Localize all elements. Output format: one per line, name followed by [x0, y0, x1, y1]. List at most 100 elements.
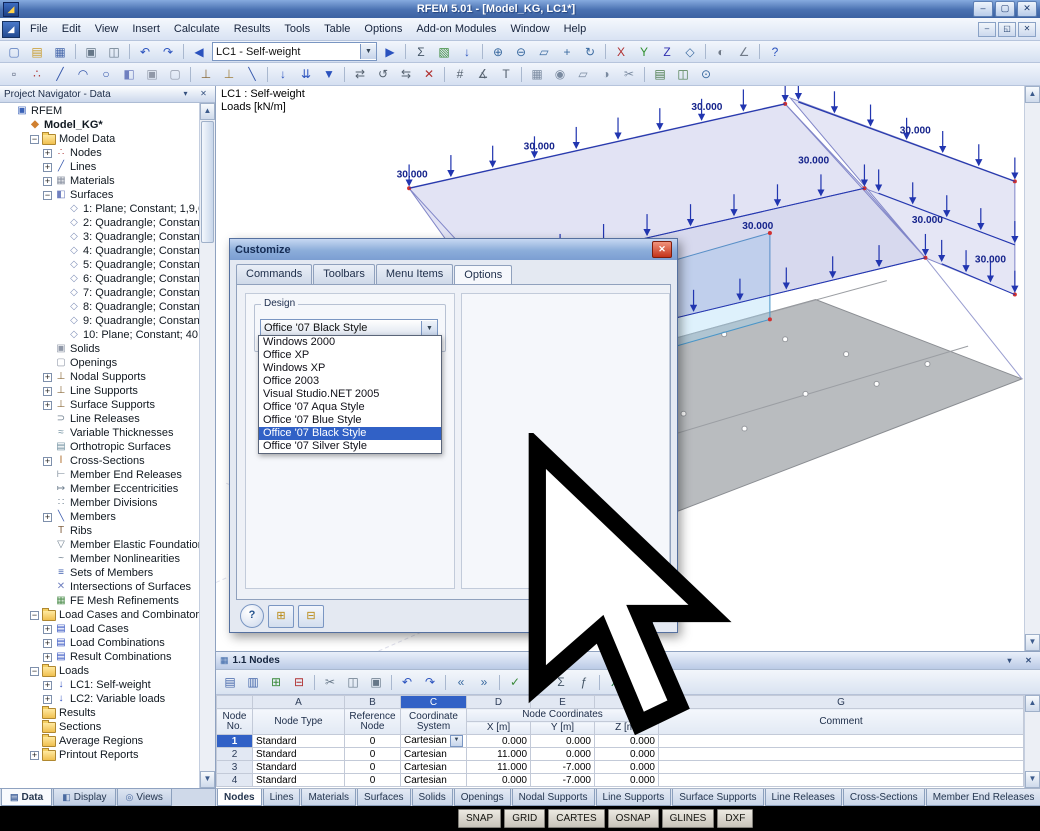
menu-item-table[interactable]: Table — [317, 20, 357, 38]
work-plane-icon[interactable]: ▱ — [572, 64, 594, 84]
surface-load-icon[interactable]: ▼ — [318, 64, 340, 84]
tree-item-orthotropic-surfaces[interactable]: ▤Orthotropic Surfaces — [0, 440, 199, 454]
tree-item-8-quadrangle-constant[interactable]: ◇8: Quadrangle; Constant; — [0, 300, 199, 314]
expand-icon[interactable]: + — [43, 401, 52, 410]
style-option-office-07-aqua-style[interactable]: Office '07 Aqua Style — [259, 401, 441, 414]
menu-item-results[interactable]: Results — [227, 20, 278, 38]
tree-item-sections[interactable]: Sections — [0, 720, 199, 734]
results-icon[interactable]: ▧ — [433, 42, 455, 62]
menu-item-calculate[interactable]: Calculate — [167, 20, 227, 38]
comment-cell[interactable] — [659, 748, 1024, 761]
mdi-minimize-button[interactable]: – — [978, 22, 996, 37]
style-option-windows-xp[interactable]: Windows XP — [259, 362, 441, 375]
select-icon[interactable]: ▫ — [3, 64, 25, 84]
node-type-cell[interactable]: Standard — [253, 774, 345, 787]
dialog-tab-toolbars[interactable]: Toolbars — [313, 264, 375, 284]
tree-item-materials[interactable]: +▦Materials — [0, 174, 199, 188]
coordinate-y-cell[interactable]: -7.000 — [531, 761, 595, 774]
table-edit-icon[interactable]: ▤ — [219, 672, 241, 692]
tree-item-load-combinations[interactable]: +▤Load Combinations — [0, 636, 199, 650]
print-icon[interactable]: ▣ — [80, 42, 102, 62]
expand-icon[interactable]: + — [43, 681, 52, 690]
expand-icon[interactable]: + — [43, 387, 52, 396]
tree-item-nodal-supports[interactable]: +⊥Nodal Supports — [0, 370, 199, 384]
redo-icon[interactable]: ↷ — [157, 42, 179, 62]
move-icon[interactable]: ⇄ — [349, 64, 371, 84]
paste-icon[interactable]: ▣ — [365, 672, 387, 692]
scroll-thumb[interactable] — [201, 121, 214, 243]
viewport-scroll-down-icon[interactable]: ▼ — [1025, 634, 1040, 651]
reference-node-cell[interactable]: 0 — [345, 748, 401, 761]
table-tab-line-releases[interactable]: Line Releases — [765, 789, 842, 806]
table-tab-line-supports[interactable]: Line Supports — [596, 789, 672, 806]
view-x-icon[interactable]: X — [610, 42, 632, 62]
tree-item-nodes[interactable]: +∴Nodes — [0, 146, 199, 160]
nodal-load-icon[interactable]: ↓ — [272, 64, 294, 84]
table-tab-cross-sections[interactable]: Cross-Sections — [843, 789, 925, 806]
style-option-office-07-silver-style[interactable]: Office '07 Silver Style — [259, 440, 441, 453]
menu-item-window[interactable]: Window — [503, 20, 556, 38]
expand-icon[interactable]: + — [43, 149, 52, 158]
view-y-icon[interactable]: Y — [633, 42, 655, 62]
import-customization-button[interactable]: ⊞ — [268, 605, 294, 628]
tree-item-load-cases[interactable]: +▤Load Cases — [0, 622, 199, 636]
table-tab-nodes[interactable]: Nodes — [217, 789, 262, 806]
combo-dropdown-icon[interactable]: ▼ — [360, 44, 376, 59]
clipping-icon[interactable]: ✂ — [618, 64, 640, 84]
row-number-cell[interactable]: 3 — [217, 761, 253, 774]
save-icon[interactable]: ▦ — [49, 42, 71, 62]
table-panel-menu-icon[interactable]: ▾ — [1002, 654, 1017, 668]
viewport-scroll-up-icon[interactable]: ▲ — [1025, 86, 1040, 103]
next-load-case-icon[interactable]: ▶ — [379, 42, 401, 62]
menu-item-help[interactable]: Help — [557, 20, 594, 38]
collapse-icon[interactable]: − — [30, 667, 39, 676]
menu-item-add-on-modules[interactable]: Add-on Modules — [409, 20, 503, 38]
status-dxf-button[interactable]: DXF — [717, 809, 753, 828]
status-snap-button[interactable]: SNAP — [458, 809, 501, 828]
tree-item-sets-of-members[interactable]: ≡Sets of Members — [0, 566, 199, 580]
visibility-icon[interactable]: ◑ — [595, 64, 617, 84]
model-canvas[interactable]: 30.00030.00030.00030.00030.00030.00030.0… — [216, 86, 1024, 651]
numbering-icon[interactable]: # — [449, 64, 471, 84]
new-arc-icon[interactable]: ◠ — [72, 64, 94, 84]
tree-item-line-releases[interactable]: ⊃Line Releases — [0, 412, 199, 426]
tree-item-line-supports[interactable]: +⊥Line Supports — [0, 384, 199, 398]
tree-item-solids[interactable]: ▣Solids — [0, 342, 199, 356]
tree-item-loads[interactable]: −Loads — [0, 664, 199, 678]
coordinate-x-cell[interactable]: 11.000 — [467, 761, 531, 774]
menu-item-file[interactable]: File — [23, 20, 55, 38]
mirror-icon[interactable]: ⇆ — [395, 64, 417, 84]
menu-item-view[interactable]: View — [88, 20, 126, 38]
find-icon[interactable]: ⊙ — [695, 64, 717, 84]
pan-icon[interactable]: + — [556, 42, 578, 62]
rotate-view-icon[interactable]: ↻ — [579, 42, 601, 62]
show-loads-icon[interactable]: ↓ — [456, 42, 478, 62]
tree-item-surface-supports[interactable]: +⊥Surface Supports — [0, 398, 199, 412]
expand-icon[interactable]: + — [43, 653, 52, 662]
reference-node-cell[interactable]: 0 — [345, 761, 401, 774]
isometric-view-icon[interactable]: ◇ — [679, 42, 701, 62]
collapse-icon[interactable]: − — [30, 611, 39, 620]
node-type-cell[interactable]: Standard — [253, 735, 345, 748]
dialog-titlebar[interactable]: Customize ✕ — [230, 239, 677, 260]
design-combo-dropdown-icon[interactable]: ▼ — [421, 321, 437, 336]
status-cartes-button[interactable]: CARTES — [548, 809, 604, 828]
render-mode-icon[interactable]: ◐ — [710, 42, 732, 62]
column-letter-a[interactable]: A — [253, 696, 345, 709]
zoom-out-icon[interactable]: ⊖ — [510, 42, 532, 62]
export-customization-button[interactable]: ⊟ — [298, 605, 324, 628]
tree-item-6-quadrangle-constant[interactable]: ◇6: Quadrangle; Constant; — [0, 272, 199, 286]
tree-item-result-combinations[interactable]: +▤Result Combinations — [0, 650, 199, 664]
auto-hide-pin-icon[interactable]: ▾ — [178, 87, 193, 101]
comment-cell[interactable] — [659, 761, 1024, 774]
table-tab-solids[interactable]: Solids — [412, 789, 453, 806]
cut-icon[interactable]: ✂ — [319, 672, 341, 692]
status-glines-button[interactable]: GLINES — [662, 809, 715, 828]
reference-node-cell[interactable]: 0 — [345, 735, 401, 748]
collapse-icon[interactable]: − — [30, 135, 39, 144]
expand-icon[interactable]: + — [30, 751, 39, 760]
coordinate-y-cell[interactable]: -7.000 — [531, 774, 595, 787]
coordinate-z-cell[interactable]: 0.000 — [595, 774, 659, 787]
tree-item-10-plane-constant-40-72[interactable]: ◇10: Plane; Constant; 40,72 — [0, 328, 199, 342]
expand-icon[interactable]: + — [43, 695, 52, 704]
